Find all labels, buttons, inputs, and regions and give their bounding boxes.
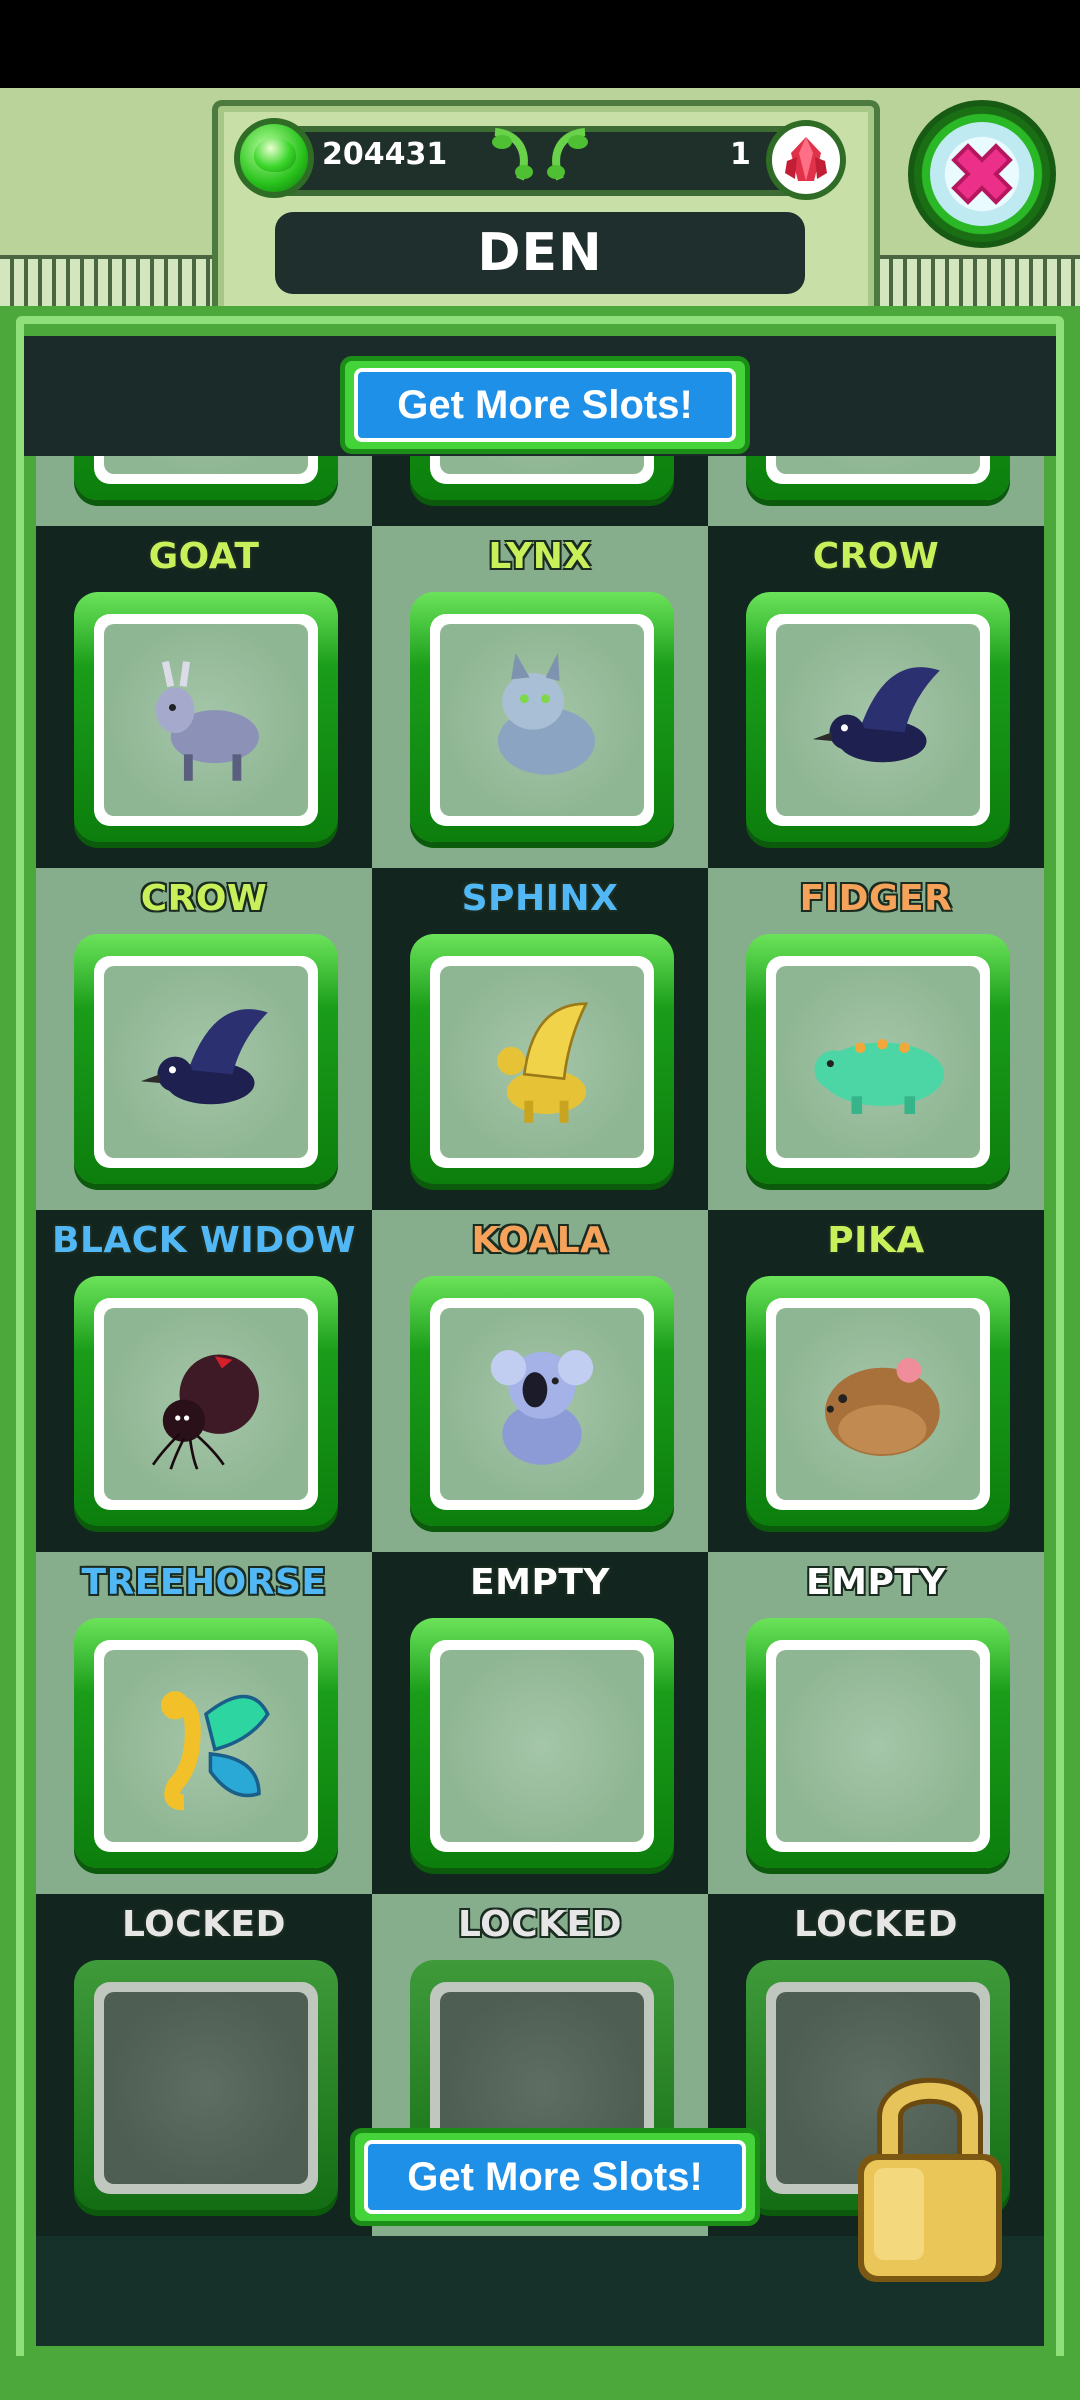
slot-face [104,1992,308,2184]
pet-slot-r1-c0[interactable]: GOAT [36,526,372,868]
vine-left-icon [492,128,533,181]
sphinx-icon [497,1002,589,1123]
pet-name-label: FIDGER [799,878,953,919]
slot-frame [430,614,654,826]
pet-card[interactable] [410,592,674,842]
slot-face [104,1650,308,1842]
get-more-slots-bottom-label: Get More Slots! [407,2154,703,2199]
gold-value: 204431 [322,137,448,172]
pet-name-label: LYNX [488,536,592,577]
pet-slot-r1-c1[interactable]: LYNX [372,526,708,868]
pet-card[interactable] [746,1276,1010,1526]
red-crystal-icon [766,120,846,200]
pet-card[interactable] [74,1618,338,1868]
crow-icon [812,667,940,763]
padlock-icon [858,2077,1002,2282]
pet-card[interactable] [746,934,1010,1184]
slot-frame [766,956,990,1168]
pet-slot-r4-c0[interactable]: TREEHORSE [36,1552,372,1894]
pet-card[interactable] [74,592,338,842]
pet-slot-r4-c1[interactable]: EMPTY [372,1552,708,1894]
slot-face [776,624,980,816]
slot-face [776,966,980,1158]
pet-slot-r3-c1[interactable]: KOALA [372,1210,708,1552]
slot-face [440,1650,644,1842]
ruby-value: 1 [730,137,751,172]
pet-name-label: CROW [140,878,268,919]
slot-face [440,1308,644,1500]
slot-frame [94,956,318,1168]
slot-face [104,966,308,1158]
get-more-slots-top-button[interactable]: Get More Slots! [340,356,750,454]
slot-frame [94,1298,318,1510]
bottom-bar [0,2356,1080,2400]
fidger-icon [814,1038,945,1114]
slot-face [776,1308,980,1500]
slot-face [104,624,308,816]
pet-slot-r2-c0[interactable]: CROW [36,868,372,1210]
close-button[interactable] [908,100,1056,248]
spider-icon [151,1354,259,1470]
pet-name-label: KOALA [471,1220,609,1261]
slot-frame [94,1640,318,1852]
green-gem-icon [234,118,314,198]
pet-card[interactable] [74,934,338,1184]
get-more-slots-top-label: Get More Slots! [397,382,693,427]
close-x-icon [930,122,1034,226]
pet-slot-r4-c2[interactable]: EMPTY [708,1552,1044,1894]
slot-frame [430,1298,654,1510]
pet-card[interactable] [410,934,674,1184]
page-title-box: DEN [275,212,805,294]
pika-icon [825,1358,940,1456]
slot-frame [766,614,990,826]
lynx-icon [497,652,595,775]
pet-slot-r2-c2[interactable]: FIDGER [708,868,1044,1210]
pet-slot-r3-c2[interactable]: PIKA [708,1210,1044,1552]
get-more-slots-bottom-button[interactable]: Get More Slots! [350,2128,760,2226]
pet-name-label: PIKA [827,1220,925,1261]
slot-face [440,624,644,816]
pet-grid[interactable]: GOAT LYNX CROW CROW SPHINX FIDGER BLACK WIDOW K… [36,336,1044,2346]
pet-name-label: EMPTY [806,1562,946,1603]
slot-face [104,1308,308,1500]
pet-name-label: LOCKED [793,1904,959,1945]
pet-name-label: EMPTY [470,1562,610,1603]
pet-slot-r1-c2[interactable]: CROW [708,526,1044,868]
empty-slot[interactable] [410,1618,674,1868]
slot-face [440,966,644,1158]
slot-frame [766,1298,990,1510]
pet-name-label: CROW [812,536,940,577]
pet-name-label: SPHINX [461,878,619,919]
pet-slot-r2-c1[interactable]: SPHINX [372,868,708,1210]
koala-icon [490,1350,594,1465]
treehorse-icon [161,1691,270,1811]
goat-icon [155,660,259,781]
pet-card[interactable] [74,1276,338,1526]
pet-name-label: BLACK WIDOW [52,1220,356,1261]
pet-slot-r5-c0[interactable]: LOCKED [36,1894,372,2236]
slot-frame [766,1640,990,1852]
pet-name-label: GOAT [148,536,260,577]
slot-frame [94,1982,318,2194]
pet-slot-r3-c0[interactable]: BLACK WIDOW [36,1210,372,1552]
status-bar [0,0,1080,88]
slot-frame [94,614,318,826]
locked-slot[interactable] [74,1960,338,2210]
vine-right-icon [547,128,588,181]
slot-frame [430,1640,654,1852]
crow-icon [140,1009,268,1105]
slot-frame [430,956,654,1168]
pet-card[interactable] [746,592,1010,842]
page-title: DEN [477,223,603,283]
pet-name-label: LOCKED [121,1904,287,1945]
pet-name-label: TREEHORSE [81,1562,327,1603]
empty-slot[interactable] [746,1618,1010,1868]
pet-name-label: LOCKED [457,1904,623,1945]
pet-card[interactable] [410,1276,674,1526]
slot-face [776,1650,980,1842]
